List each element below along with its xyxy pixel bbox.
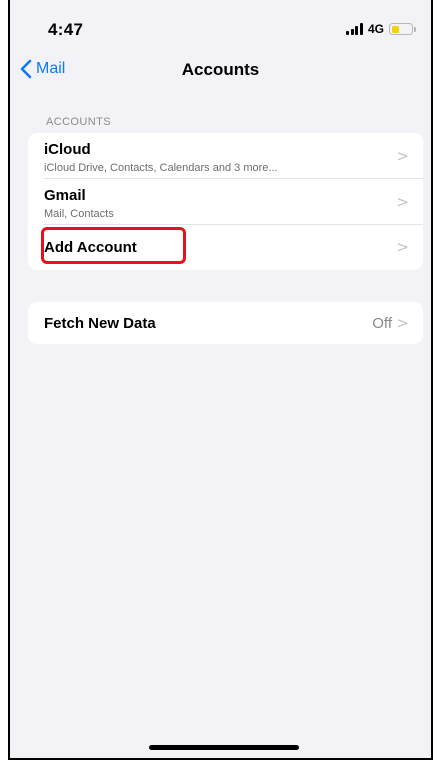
status-bar: 4:47 4G xyxy=(10,0,431,52)
account-row-gmail[interactable]: Gmail Mail, Contacts > xyxy=(28,179,423,225)
account-subtitle: iCloud Drive, Contacts, Calendars and 3 … xyxy=(44,162,278,174)
account-title: Gmail xyxy=(44,187,86,204)
status-time: 4:47 xyxy=(48,20,84,39)
network-type: 4G xyxy=(367,22,384,36)
chevron-right-icon: > xyxy=(396,238,409,256)
accounts-list: iCloud iCloud Drive, Contacts, Calendars… xyxy=(28,133,423,270)
home-indicator xyxy=(149,745,299,750)
account-subtitle: Mail, Contacts xyxy=(44,208,114,220)
fetch-new-data-row[interactable]: Fetch New Data Off > xyxy=(28,302,423,344)
account-title: iCloud xyxy=(44,141,91,158)
status-indicators: 4G xyxy=(346,20,416,38)
phone-screen: 4:47 4G Mail Accounts ACCOUNTS iCloud iC… xyxy=(8,0,433,760)
page-title: Accounts xyxy=(181,60,260,79)
account-row-icloud[interactable]: iCloud iCloud Drive, Contacts, Calendars… xyxy=(28,133,423,179)
add-account-row[interactable]: Add Account > xyxy=(28,225,423,270)
battery-level xyxy=(391,25,400,33)
signal-bars-icon xyxy=(346,23,363,35)
add-account-label: Add Account xyxy=(44,239,137,256)
fetch-new-data-label: Fetch New Data xyxy=(44,315,156,332)
chevron-right-icon: > xyxy=(396,147,409,165)
chevron-right-icon: > xyxy=(396,314,409,332)
navigation-bar: Mail Accounts xyxy=(10,52,431,92)
accounts-section-header: ACCOUNTS xyxy=(46,116,111,128)
fetch-new-data-value: Off xyxy=(372,315,392,332)
battery-icon xyxy=(389,23,416,35)
fetch-settings-group: Fetch New Data Off > xyxy=(28,302,423,344)
chevron-right-icon: > xyxy=(396,193,409,211)
